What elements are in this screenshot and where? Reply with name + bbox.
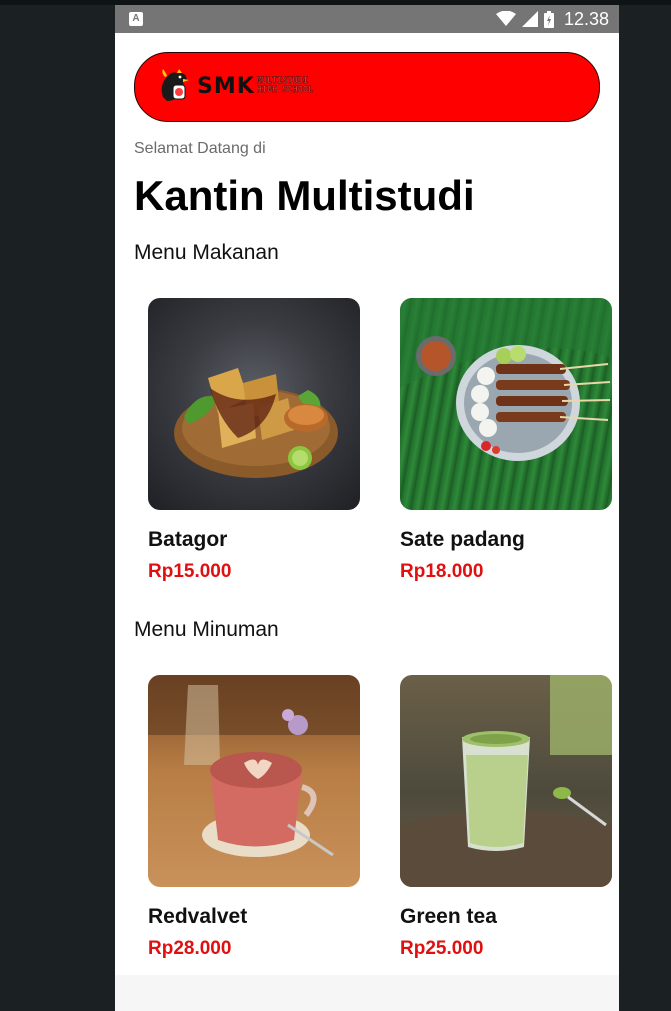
battery-icon [543,10,554,28]
menu-item-name: Batagor [148,528,228,551]
menu-card-redvalvet[interactable]: Redvalvet Rp28.000 [148,675,360,960]
menu-item-price: Rp25.000 [400,938,484,959]
welcome-text: Selamat Datang di [134,140,266,157]
school-banner: SMK MULTISTUDI HIGH SCHOOL [134,52,600,122]
menu-item-price: Rp18.000 [400,561,484,582]
page-title: Kantin Multistudi [134,172,475,219]
phone-screen: A 12.38 SMK MULTISTUDI HIGH SCHOOL Selam… [115,5,619,1011]
menu-card-batagor[interactable]: Batagor Rp15.000 [148,298,360,583]
menu-card-sate-padang[interactable]: Sate padang Rp18.000 [400,298,612,583]
notification-icon: A [129,12,143,26]
redvalvet-image[interactable] [148,675,360,887]
batagor-photo [174,368,338,478]
menu-item-price: Rp28.000 [148,938,232,959]
sate-padang-image[interactable] [400,298,612,510]
rooster-mascot-icon [161,69,189,101]
red-velvet-photo [148,675,360,857]
menu-item-name: Sate padang [400,528,525,551]
signal-icon [521,11,538,27]
main-content[interactable]: SMK MULTISTUDI HIGH SCHOOL Selamat Datan… [115,33,619,975]
status-bar: A 12.38 [115,5,619,33]
logo-subtitle-2: HIGH SCHOOL [256,85,314,95]
wifi-icon [495,11,516,26]
menu-item-price: Rp15.000 [148,561,232,582]
menu-item-name: Green tea [400,905,497,928]
green-tea-photo [400,675,612,887]
green-tea-image[interactable] [400,675,612,887]
section-label-food: Menu Makanan [134,241,279,264]
logo-text: SMK [197,73,255,99]
menu-item-name: Redvalvet [148,905,248,928]
clock: 12.38 [563,8,609,29]
menu-card-green-tea[interactable]: Green tea Rp25.000 [400,675,612,960]
school-logo: SMK MULTISTUDI HIGH SCHOOL [157,67,313,105]
sate-padang-photo [400,298,612,461]
section-label-drinks: Menu Minuman [134,618,279,641]
batagor-image[interactable] [148,298,360,510]
